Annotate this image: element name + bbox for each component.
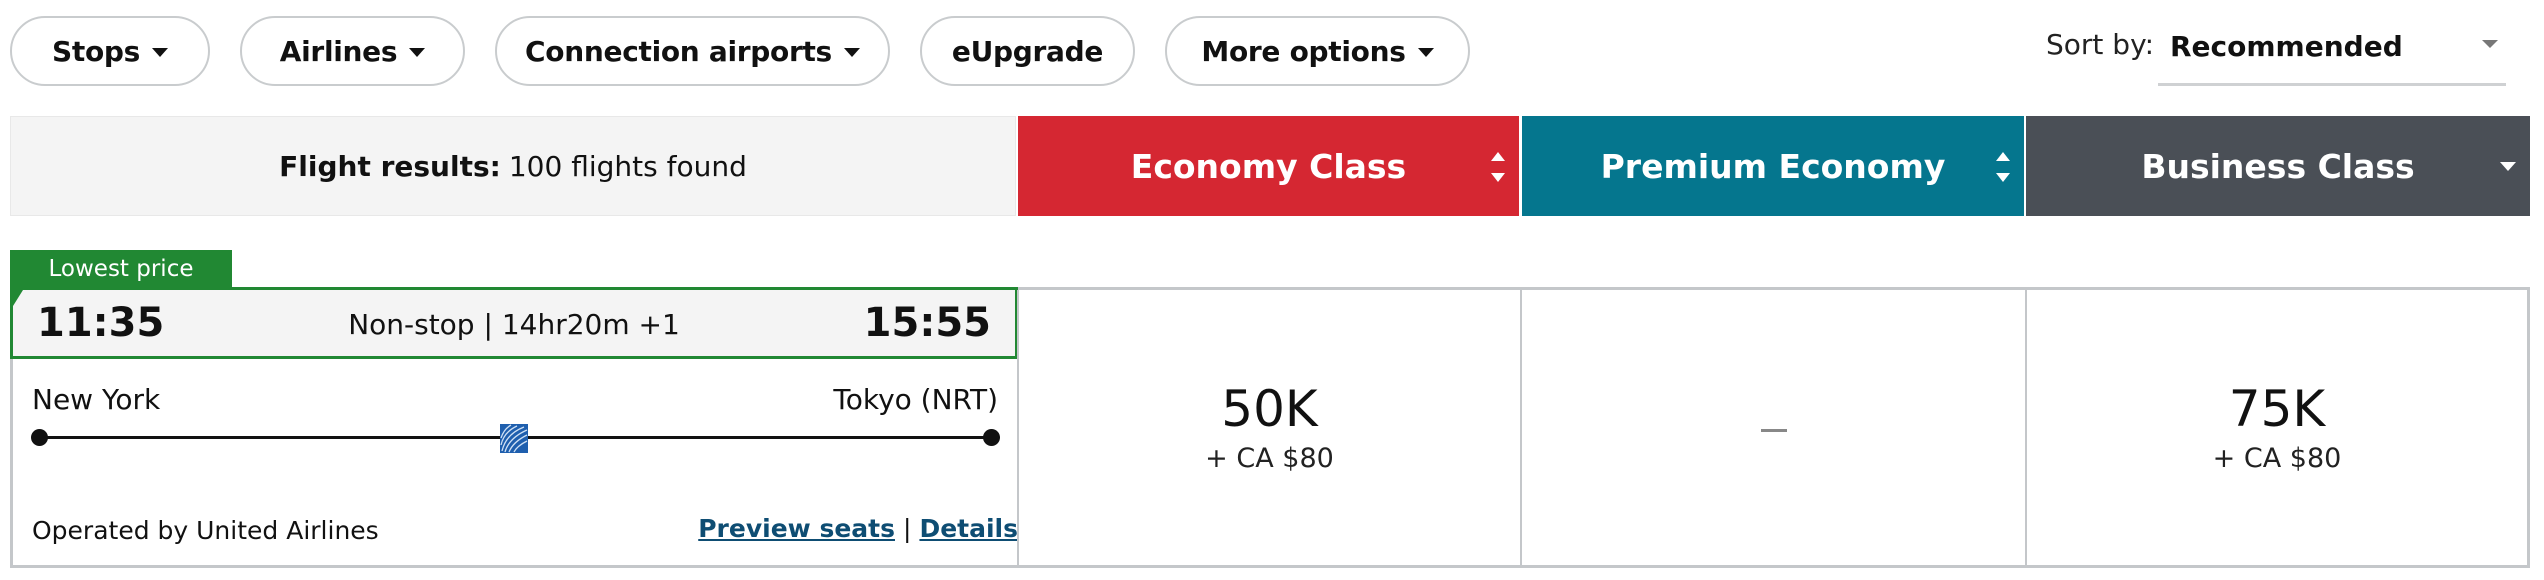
caret-down-icon bbox=[843, 47, 860, 57]
filter-stops-button[interactable]: Stops bbox=[10, 16, 210, 86]
sort-label: Sort by: bbox=[2046, 28, 2155, 61]
origin-dot bbox=[31, 429, 48, 446]
miles-price: 75K bbox=[2228, 380, 2326, 438]
united-airlines-globe-icon bbox=[500, 424, 528, 453]
price-cell-premium-economy bbox=[1522, 290, 2025, 566]
filter-airlines-button[interactable]: Airlines bbox=[240, 16, 465, 86]
sort-up-down-icon bbox=[1996, 152, 2010, 182]
destination-dot bbox=[983, 429, 1000, 446]
fee-price: + CA $80 bbox=[2212, 443, 2342, 474]
filter-label: Stops bbox=[52, 34, 140, 68]
arrive-time: 15:55 bbox=[863, 300, 991, 346]
origin-city: New York bbox=[32, 383, 161, 416]
cabin-header-business[interactable]: Business Class bbox=[2026, 116, 2530, 216]
results-count: 100 flights found bbox=[508, 149, 747, 183]
filter-connection-airports-button[interactable]: Connection airports bbox=[495, 16, 890, 86]
flight-results-summary: Flight results: 100 flights found bbox=[10, 116, 1016, 216]
destination-city: Tokyo (NRT) bbox=[833, 383, 998, 416]
cabin-label: Premium Economy bbox=[1600, 146, 1946, 186]
cabin-label: Economy Class bbox=[1130, 146, 1407, 186]
filter-label: Connection airports bbox=[525, 34, 832, 68]
filter-label: Airlines bbox=[279, 34, 398, 68]
filter-label: More options bbox=[1201, 34, 1406, 68]
lowest-price-badge: Lowest price bbox=[10, 250, 232, 288]
sort-up-down-icon bbox=[1491, 152, 1505, 182]
filter-label: eUpgrade bbox=[951, 34, 1104, 68]
flight-links: Preview seats | Details bbox=[698, 514, 1018, 543]
miles-price: 50K bbox=[1221, 380, 1318, 438]
filter-eupgrade-button[interactable]: eUpgrade bbox=[920, 16, 1135, 86]
badge-corner bbox=[13, 290, 23, 306]
sort-value: Recommended bbox=[2170, 30, 2403, 63]
details-link[interactable]: Details bbox=[919, 514, 1018, 543]
caret-down-icon bbox=[2500, 162, 2516, 171]
sort-select[interactable]: Recommended bbox=[2158, 22, 2506, 86]
caret-down-icon bbox=[152, 47, 168, 57]
cabin-label: Business Class bbox=[2141, 146, 2415, 186]
caret-down-icon bbox=[1417, 47, 1434, 57]
cabin-header-economy[interactable]: Economy Class bbox=[1018, 116, 1519, 216]
preview-seats-link[interactable]: Preview seats bbox=[698, 514, 895, 543]
price-cell-economy[interactable]: 50K + CA $80 bbox=[1019, 290, 1520, 566]
caret-down-icon bbox=[2482, 40, 2498, 48]
results-label: Flight results: bbox=[279, 149, 501, 183]
caret-down-icon bbox=[409, 47, 426, 57]
flight-times-header: 11:35 Non-stop | 14hr20m +1 15:55 bbox=[10, 287, 1018, 359]
unavailable-dash bbox=[1760, 428, 1787, 432]
filter-more-options-button[interactable]: More options bbox=[1165, 16, 1470, 86]
operated-by-text: Operated by United Airlines bbox=[32, 516, 379, 545]
link-separator: | bbox=[903, 514, 912, 543]
fee-price: + CA $80 bbox=[1205, 443, 1334, 474]
cabin-header-premium-economy[interactable]: Premium Economy bbox=[1522, 116, 2024, 216]
price-cell-business[interactable]: 75K + CA $80 bbox=[2027, 290, 2527, 566]
